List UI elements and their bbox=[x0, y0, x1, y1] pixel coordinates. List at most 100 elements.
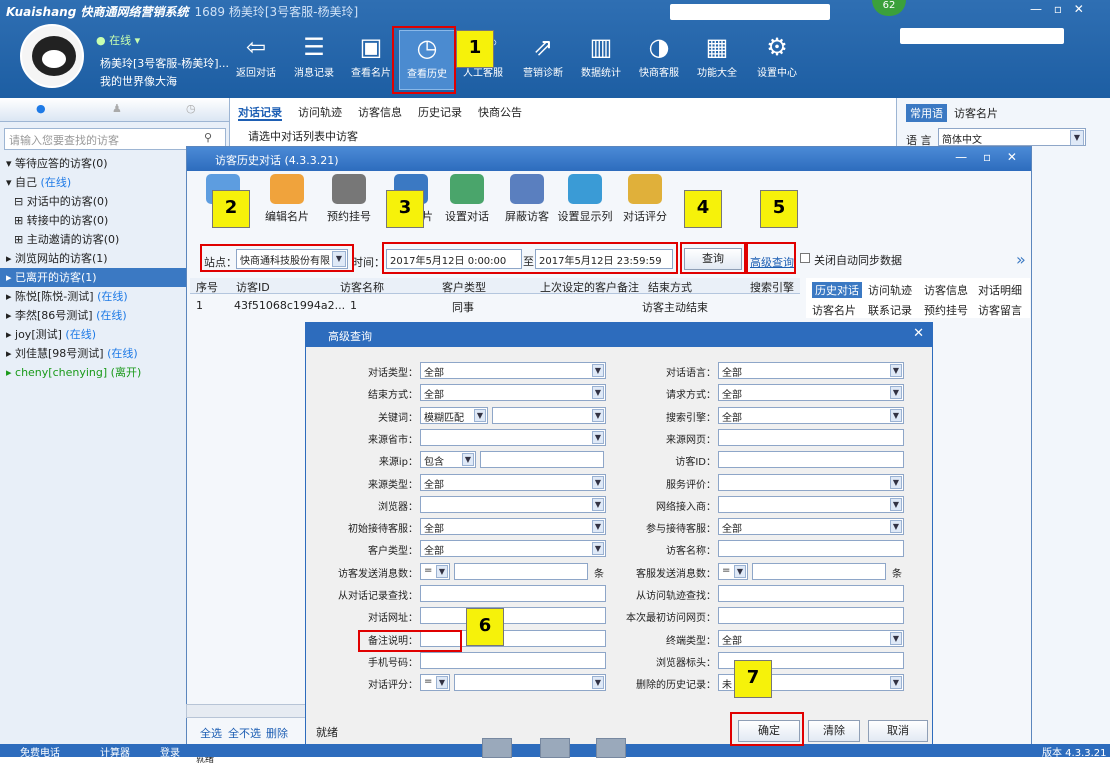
main-tab[interactable]: 快商公告 bbox=[478, 106, 522, 119]
clock-tab-icon[interactable]: ◷ bbox=[186, 102, 196, 115]
main-tab[interactable]: 访客信息 bbox=[358, 106, 402, 119]
adv-field[interactable]: 全部 ▼ bbox=[420, 518, 606, 536]
delete-link[interactable]: 删除 bbox=[266, 725, 288, 741]
adv-field[interactable]: ▼ bbox=[420, 495, 606, 513]
nav-button-9[interactable]: ▦ 功能大全 bbox=[689, 30, 745, 90]
adv-field[interactable]: 全部 ▼ bbox=[420, 540, 606, 558]
adv-field[interactable]: 全部 ▼ bbox=[718, 362, 904, 379]
adv-field[interactable] bbox=[718, 428, 904, 446]
select-all-link[interactable]: 全选 bbox=[200, 725, 222, 741]
time-from-input[interactable]: 2017年5月12日 0:00:00 bbox=[386, 249, 522, 269]
toolbar-button-8[interactable]: 对话评分 bbox=[614, 174, 676, 224]
sync-checkbox[interactable] bbox=[800, 253, 810, 263]
adv-field[interactable]: = ▼ bbox=[718, 562, 748, 580]
column-header[interactable]: 结束方式 bbox=[648, 279, 692, 295]
table-row[interactable]: 1 43f51068c1994a2... 1 同事 访客主动结束 bbox=[190, 298, 800, 314]
close-icon[interactable]: ✕ bbox=[913, 326, 924, 341]
adv-field[interactable] bbox=[718, 585, 904, 602]
site-select[interactable]: 快商通科技股份有限 ▼ bbox=[236, 249, 348, 269]
column-header[interactable]: 上次设定的客户备注 bbox=[540, 279, 639, 295]
tab-common-phrases[interactable]: 常用语 bbox=[906, 104, 947, 122]
column-header[interactable]: 客户类型 bbox=[442, 279, 486, 295]
arrow-right-icon[interactable]: » bbox=[1016, 250, 1026, 269]
adv-field[interactable] bbox=[420, 651, 606, 669]
nav-button-10[interactable]: ⚙ 设置中心 bbox=[749, 30, 805, 90]
detail-tab[interactable]: 联系记录 bbox=[868, 302, 912, 318]
nav-button-7[interactable]: ▥ 数据统计 bbox=[573, 30, 629, 90]
detail-tab[interactable]: 访客留言 bbox=[978, 302, 1022, 318]
avatar[interactable] bbox=[20, 24, 84, 88]
column-header[interactable]: 序号 bbox=[196, 279, 218, 295]
main-tab[interactable]: 历史记录 bbox=[418, 106, 462, 119]
visitor-panel-tabs[interactable]: ● ♟ ◷ bbox=[0, 98, 229, 122]
ok-button[interactable]: 确定 bbox=[738, 720, 800, 742]
column-header[interactable]: 访客ID bbox=[236, 279, 270, 295]
detail-tab[interactable]: 对话明细 bbox=[978, 282, 1022, 298]
detail-tab[interactable]: 访客名片 bbox=[812, 302, 856, 318]
adv-field[interactable]: 包含 ▼ bbox=[420, 451, 476, 469]
adv-field[interactable] bbox=[480, 451, 604, 469]
query-button[interactable]: 查询 bbox=[684, 248, 742, 270]
main-tab[interactable]: 对话记录 bbox=[238, 106, 282, 121]
adv-field[interactable]: ▼ bbox=[718, 495, 904, 513]
adv-field[interactable]: 全部 ▼ bbox=[718, 384, 904, 402]
page-button-1[interactable] bbox=[482, 738, 512, 758]
select-none-link[interactable]: 全不选 bbox=[228, 725, 261, 741]
detail-tab[interactable]: 访问轨迹 bbox=[868, 282, 912, 298]
page-button-2[interactable] bbox=[540, 738, 570, 758]
online-status[interactable]: ● 在线 ▾ bbox=[96, 32, 140, 48]
toolbar-button-6[interactable]: 屏蔽访客 bbox=[496, 174, 558, 224]
person-tab-icon[interactable]: ♟ bbox=[112, 102, 122, 115]
adv-field[interactable]: 全部 ▼ bbox=[718, 406, 904, 424]
detail-tab[interactable]: 历史对话 bbox=[812, 282, 862, 298]
toolbar-button-2[interactable]: 编辑名片 bbox=[256, 174, 318, 224]
detail-tab[interactable]: 预约挂号 bbox=[924, 302, 968, 318]
dialog-window-controls[interactable]: — ▫ ✕ bbox=[955, 150, 1023, 164]
adv-field[interactable] bbox=[420, 585, 606, 602]
adv-field[interactable]: 全部 ▼ bbox=[420, 473, 606, 491]
nav-button-2[interactable]: ☰ 消息记录 bbox=[286, 30, 342, 90]
column-header[interactable]: 搜索引擎 bbox=[750, 279, 794, 295]
tab-visitor-card[interactable]: 访客名片 bbox=[954, 105, 998, 121]
adv-field[interactable]: ▼ bbox=[454, 674, 606, 692]
adv-field[interactable]: 全部 ▼ bbox=[420, 384, 606, 402]
adv-field[interactable] bbox=[454, 562, 588, 580]
adv-field[interactable] bbox=[752, 562, 886, 580]
toolbar-button-3[interactable]: 预约挂号 bbox=[318, 174, 380, 224]
search-icon[interactable]: ⚲ bbox=[204, 131, 212, 144]
adv-field[interactable]: 全部 ▼ bbox=[718, 518, 904, 536]
adv-field[interactable]: ▼ bbox=[492, 406, 606, 424]
adv-field[interactable]: = ▼ bbox=[420, 562, 450, 580]
nav-button-3[interactable]: ▣ 查看名片 bbox=[343, 30, 399, 90]
adv-field[interactable] bbox=[718, 540, 904, 558]
notification-badge[interactable]: 62 bbox=[872, 0, 906, 16]
adv-field[interactable]: 全部 ▼ bbox=[420, 362, 606, 379]
cancel-button[interactable]: 取消 bbox=[868, 720, 928, 742]
adv-field[interactable]: 全部 ▼ bbox=[718, 629, 904, 647]
adv-field[interactable]: ▼ bbox=[718, 473, 904, 491]
nav-button-8[interactable]: ◑ 快商客服 bbox=[631, 30, 687, 90]
nav-button-4[interactable]: ◷ 查看历史 bbox=[399, 30, 455, 90]
grid-scrollbar[interactable] bbox=[186, 704, 306, 718]
main-tab[interactable]: 访问轨迹 bbox=[298, 106, 342, 119]
column-header[interactable]: 访客名称 bbox=[340, 279, 384, 295]
detail-tab[interactable]: 访客信息 bbox=[924, 282, 968, 298]
adv-field[interactable]: 模糊匹配 ▼ bbox=[420, 406, 488, 424]
advanced-query-link[interactable]: 高级查询 bbox=[750, 254, 794, 270]
clear-button[interactable]: 清除 bbox=[808, 720, 860, 742]
chat-tab-icon[interactable]: ● bbox=[36, 102, 46, 115]
adv-field[interactable]: = ▼ bbox=[420, 674, 450, 692]
language-select[interactable]: 简体中文 ▼ bbox=[938, 128, 1086, 146]
adv-field[interactable]: ▼ bbox=[420, 428, 606, 446]
time-to-input[interactable]: 2017年5月12日 23:59:59 bbox=[535, 249, 673, 269]
toolbar-button-7[interactable]: 设置显示列 bbox=[554, 174, 616, 224]
toolbar-button-5[interactable]: 设置对话 bbox=[436, 174, 498, 224]
window-controls[interactable]: — ▫ ✕ bbox=[1030, 2, 1110, 16]
adv-field[interactable] bbox=[420, 629, 606, 647]
adv-field[interactable] bbox=[420, 607, 606, 625]
adv-field[interactable] bbox=[718, 451, 904, 469]
page-button-3[interactable] bbox=[596, 738, 626, 758]
nav-button-6[interactable]: ⇗ 营销诊断 bbox=[515, 30, 571, 90]
adv-field[interactable] bbox=[718, 607, 904, 625]
nav-button-1[interactable]: ⇦ 返回对话 bbox=[228, 30, 284, 90]
